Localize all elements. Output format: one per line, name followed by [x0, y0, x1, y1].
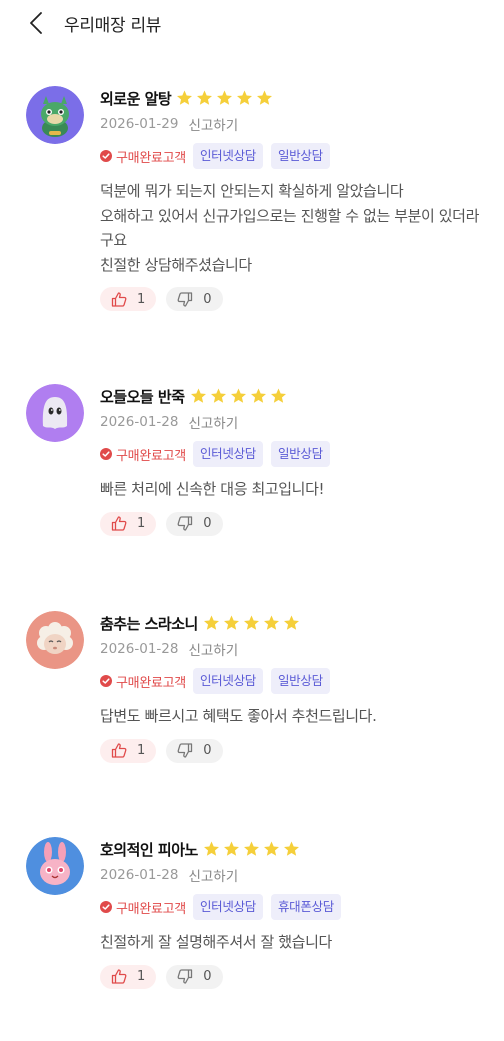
star-icon	[203, 841, 219, 856]
dislike-button[interactable]: 0	[166, 964, 223, 989]
star-icon	[243, 615, 259, 630]
tag-chip: 일반상담	[270, 143, 330, 169]
tag-chip: 일반상담	[270, 441, 330, 467]
verified-badge: 구매완료고객	[100, 898, 186, 917]
check-circle-icon	[100, 448, 112, 460]
tag-chip: 인터넷상담	[192, 143, 263, 169]
report-link[interactable]: 신고하기	[188, 639, 238, 659]
dislike-button[interactable]: 0	[166, 511, 223, 536]
check-circle-icon	[100, 901, 112, 913]
like-count: 1	[137, 516, 146, 531]
thumbs-down-icon	[177, 291, 193, 307]
star-icon	[257, 90, 273, 105]
thumbs-up-icon	[111, 516, 127, 531]
star-icon	[210, 388, 226, 403]
report-link[interactable]: 신고하기	[188, 412, 238, 432]
star-icon	[263, 615, 279, 630]
like-button[interactable]: 1	[100, 964, 157, 989]
verified-badge: 구매완료고객	[100, 147, 186, 166]
tag-chip: 인터넷상담	[192, 668, 263, 694]
header: 우리매장 리뷰	[0, 0, 504, 46]
verified-label: 구매완료고객	[116, 901, 186, 917]
like-button[interactable]: 1	[100, 738, 157, 763]
star-rating	[189, 387, 289, 405]
review-text: 빠른 처리에 신속한 대응 최고입니다!	[100, 480, 325, 498]
thumbs-down-icon	[177, 516, 193, 531]
like-button[interactable]: 1	[100, 287, 157, 311]
tag-chip: 인터넷상담	[192, 894, 263, 920]
chevron-left-icon	[30, 12, 42, 34]
review-text: 친절하게 잘 설명해주셔서 잘 했습니다	[100, 933, 332, 951]
reviewer-nickname: 춤추는 스라소니	[100, 614, 198, 633]
star-icon	[217, 90, 233, 105]
verified-badge: 구매완료고객	[100, 445, 186, 464]
dough-ghost-avatar[interactable]	[26, 384, 84, 442]
green-dragon-avatar[interactable]	[26, 86, 84, 144]
verified-badge: 구매완료고객	[100, 672, 186, 691]
verified-label: 구매완료고객	[116, 150, 186, 166]
review-text: 답변도 빠르시고 혜택도 좋아서 추천드립니다.	[100, 707, 377, 725]
like-count: 1	[137, 969, 146, 984]
star-icon	[283, 615, 299, 630]
star-icon	[243, 841, 259, 856]
star-icon	[283, 841, 299, 856]
like-count: 1	[137, 743, 146, 758]
star-icon	[263, 841, 279, 856]
tag-chip: 일반상담	[270, 668, 330, 694]
star-icon	[270, 388, 286, 403]
like-button[interactable]: 1	[100, 511, 157, 536]
star-icon	[203, 615, 219, 630]
star-rating	[175, 89, 275, 107]
page-title: 우리매장 리뷰	[64, 15, 162, 36]
dislike-count: 0	[203, 291, 212, 307]
star-icon	[230, 388, 246, 403]
reviewer-nickname: 외로운 알탕	[100, 89, 172, 108]
verified-label: 구매완료고객	[116, 675, 186, 691]
thumbs-up-icon	[111, 291, 127, 307]
star-icon	[197, 90, 213, 105]
dislike-count: 0	[203, 743, 212, 758]
verified-label: 구매완료고객	[116, 448, 186, 464]
review-date: 2026-01-28	[100, 641, 179, 657]
sheep-avatar[interactable]	[26, 611, 84, 669]
star-icon	[223, 841, 239, 856]
report-link[interactable]: 신고하기	[188, 865, 238, 885]
dislike-count: 0	[203, 969, 212, 984]
star-rating	[202, 614, 302, 632]
star-icon	[177, 90, 193, 105]
thumbs-down-icon	[177, 743, 193, 758]
tag-chip: 인터넷상담	[192, 441, 263, 467]
thumbs-up-icon	[111, 969, 127, 984]
report-link[interactable]: 신고하기	[188, 114, 238, 134]
back-button[interactable]	[30, 11, 50, 35]
thumbs-up-icon	[111, 743, 127, 758]
review-date: 2026-01-29	[100, 116, 179, 132]
star-icon	[250, 388, 266, 403]
check-circle-icon	[100, 150, 112, 162]
star-rating	[202, 840, 302, 858]
thumbs-down-icon	[177, 969, 193, 984]
star-icon	[223, 615, 239, 630]
reviewer-nickname: 호의적인 피아노	[100, 840, 198, 859]
star-icon	[190, 388, 206, 403]
pink-rabbit-avatar[interactable]	[26, 837, 84, 895]
review-date: 2026-01-28	[100, 414, 179, 430]
like-count: 1	[137, 291, 146, 307]
check-circle-icon	[100, 675, 112, 687]
dislike-count: 0	[203, 516, 212, 531]
tag-chip: 휴대폰상담	[270, 894, 341, 920]
star-icon	[237, 90, 253, 105]
reviewer-nickname: 오들오들 반죽	[100, 387, 185, 406]
dislike-button[interactable]: 0	[166, 738, 223, 763]
dislike-button[interactable]: 0	[166, 287, 223, 311]
review-text: 덕분에 뭐가 되는지 안되는지 확실하게 알았습니다 오해하고 있어서 신규가입…	[100, 182, 479, 274]
review-date: 2026-01-28	[100, 867, 179, 883]
